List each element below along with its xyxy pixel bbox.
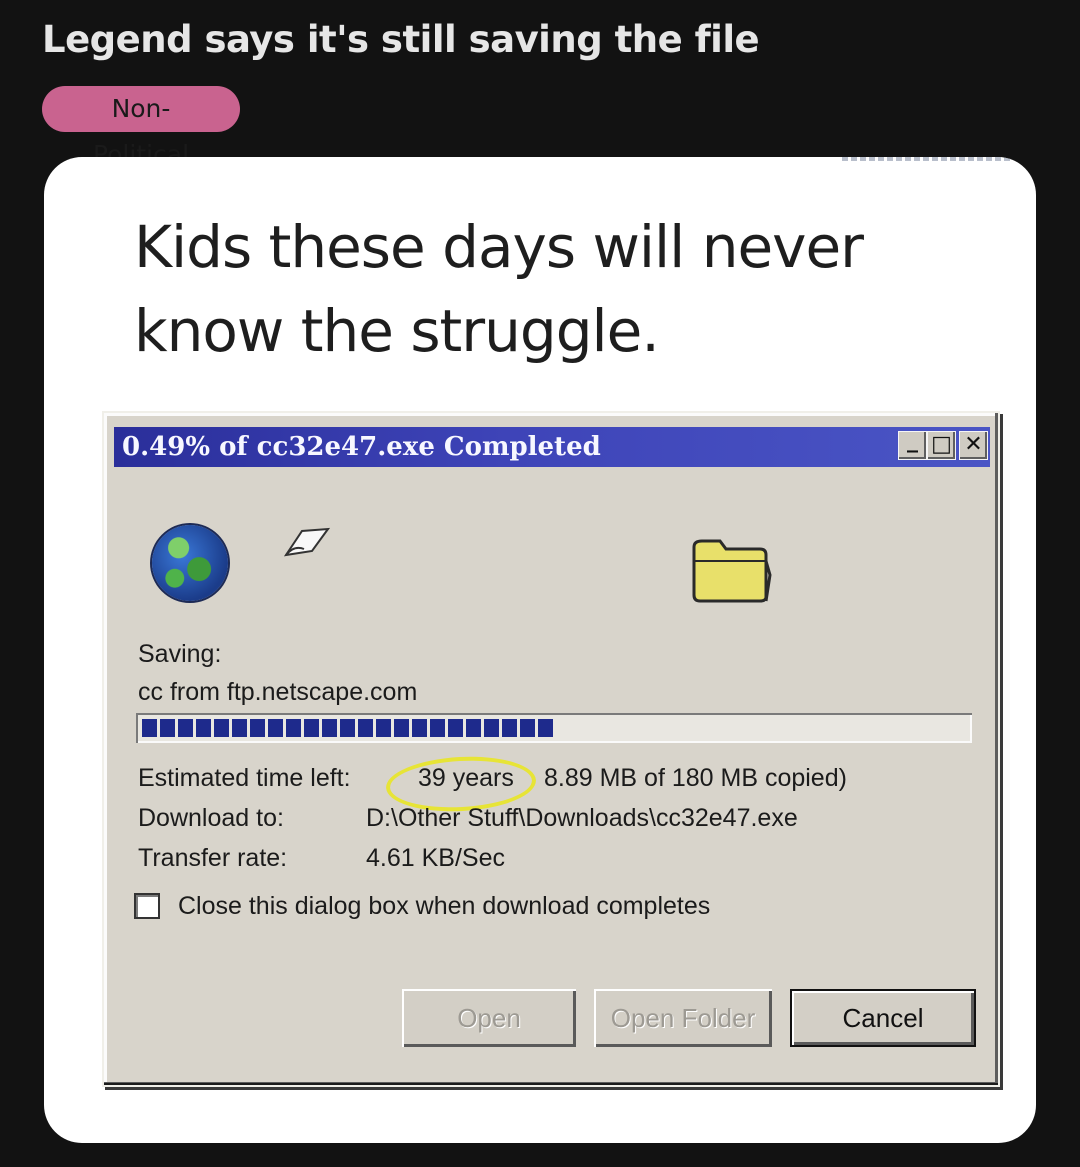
download-dialog: 0.49% of cc32e47.exe Completed _ □ ✕ Sav… xyxy=(102,411,1000,1087)
maximize-icon: □ xyxy=(931,432,952,457)
maximize-button[interactable]: □ xyxy=(927,431,956,460)
open-button[interactable]: Open xyxy=(402,989,576,1047)
close-on-complete-label[interactable]: Close this dialog box when download comp… xyxy=(178,891,710,921)
dialog-title: 0.49% of cc32e47.exe Completed xyxy=(122,432,601,462)
post-title: Legend says it's still saving the file xyxy=(42,18,760,61)
dialog-titlebar[interactable]: 0.49% of cc32e47.exe Completed _ □ ✕ xyxy=(114,427,990,467)
download-to-label: Download to: xyxy=(138,804,284,832)
folder-icon xyxy=(692,539,772,603)
download-to-value: D:\Other Stuff\Downloads\cc32e47.exe xyxy=(366,804,798,832)
post-image[interactable]: Kids these days will never know the stru… xyxy=(44,157,1036,1143)
copied-value: 8.89 MB of 180 MB copied) xyxy=(544,764,847,792)
close-on-complete-checkbox[interactable] xyxy=(134,893,160,919)
meme-caption: Kids these days will never know the stru… xyxy=(134,213,864,365)
open-folder-button[interactable]: Open Folder xyxy=(594,989,772,1047)
dialog-border xyxy=(104,1083,998,1085)
flair-badge[interactable]: Non-Political xyxy=(42,86,240,169)
minimize-button[interactable]: _ xyxy=(898,428,927,460)
progress-bar xyxy=(136,713,972,743)
cancel-button[interactable]: Cancel xyxy=(790,989,976,1047)
transfer-rate-label: Transfer rate: xyxy=(138,844,288,872)
transfer-rate-value: 4.61 KB/Sec xyxy=(366,844,505,872)
paper-icon xyxy=(283,527,331,557)
saving-source: cc from ftp.netscape.com xyxy=(138,678,418,706)
saving-label: Saving: xyxy=(138,640,222,668)
close-icon: ✕ xyxy=(964,432,983,457)
close-button[interactable]: ✕ xyxy=(959,431,988,460)
estimated-time-label: Estimated time left: xyxy=(138,764,351,792)
scan-artifact xyxy=(842,157,1012,161)
globe-icon xyxy=(152,525,228,601)
progress-fill xyxy=(142,719,554,737)
minimize-icon: _ xyxy=(907,428,918,453)
